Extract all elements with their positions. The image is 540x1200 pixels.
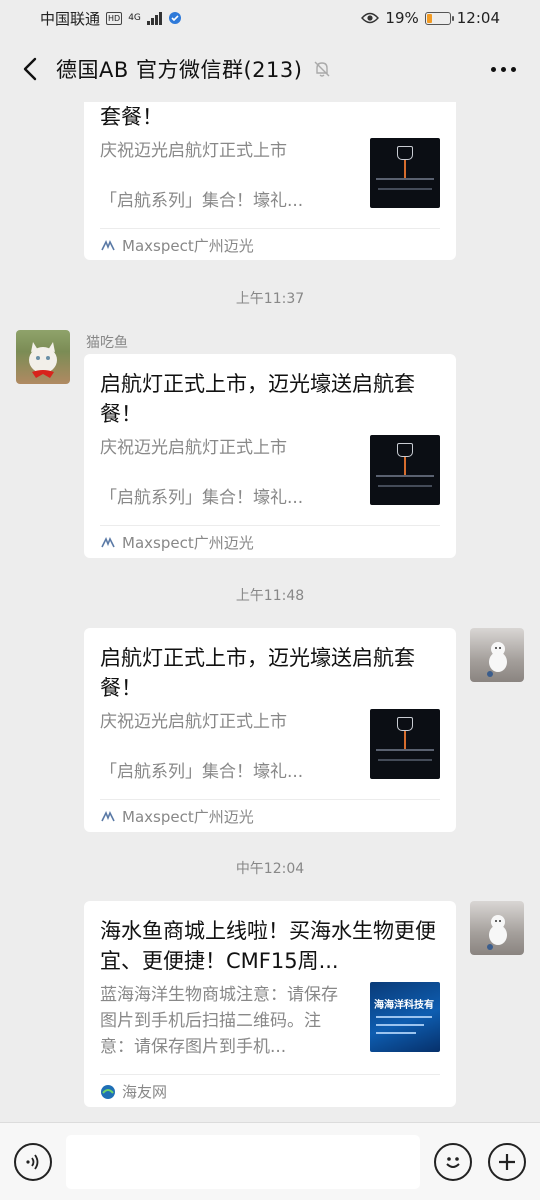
card-source-name: Maxspect广州迈光 — [122, 534, 254, 552]
card-source-name: 海友网 — [122, 1083, 168, 1101]
card-desc-line1: 庆祝迈光启航灯正式上市 — [100, 712, 287, 732]
thumbnail-text: 海海洋科技有 — [374, 1000, 434, 1011]
chat-title: 德国AB 官方微信群(213) — [56, 58, 303, 82]
link-card-message[interactable]: 海水鱼商城上线啦！买海水生物更便宜、更便捷！CMF15周... 蓝海海洋生物商城… — [84, 901, 456, 1107]
card-description: 蓝海海洋生物商城注意：请保存图片到手机后扫描二维码。注意：请保存图片到手机... — [100, 985, 338, 1057]
card-source: Maxspect广州迈光 — [100, 799, 440, 833]
timestamp: 中午12:04 — [235, 861, 305, 877]
battery-icon — [424, 11, 454, 25]
chevron-left-icon — [23, 57, 37, 81]
card-title: 启航灯正式上市，迈光壕送启航套餐！ — [100, 646, 415, 700]
card-desc-line1: 庆祝迈光启航灯正式上市 — [100, 438, 287, 458]
card-title: 海水鱼商城上线啦！买海水生物更便宜、更便捷！CMF15周... — [100, 919, 436, 973]
maxspect-logo-icon — [101, 810, 115, 821]
card-description: 庆祝迈光启航灯正式上市 「启航系列」集合！壕礼... — [100, 709, 354, 785]
clock: 12:04 — [456, 9, 500, 27]
input-bar — [0, 1122, 540, 1200]
chat-header: 德国AB 官方微信群(213) — [0, 36, 540, 102]
avatar[interactable] — [16, 330, 70, 384]
card-desc-line1: 庆祝迈光启航灯正式上市 — [100, 141, 287, 161]
battery-percent: 19% — [385, 9, 419, 27]
status-bar: 中国联通 HD 4G 19% 12:04 — [0, 0, 540, 36]
card-thumbnail — [370, 138, 440, 208]
card-thumbnail — [370, 435, 440, 505]
maxspect-logo-icon — [101, 536, 115, 547]
input-actions — [434, 1142, 526, 1181]
timestamp: 上午11:48 — [235, 588, 305, 604]
voice-button[interactable] — [14, 1142, 52, 1181]
status-left: 中国联通 HD 4G — [40, 8, 182, 29]
card-source: 海友网 — [100, 1074, 440, 1108]
card-thumbnail — [370, 709, 440, 779]
avatar[interactable] — [470, 628, 524, 682]
link-card-message[interactable]: 启航灯正式上市，迈光壕送启航套餐！ 庆祝迈光启航灯正式上市 「启航系列」集合！壕… — [84, 354, 456, 558]
status-right: 19% 12:04 — [361, 9, 500, 27]
eye-icon — [361, 12, 380, 24]
plus-icon — [499, 1153, 515, 1170]
avatar[interactable] — [470, 901, 524, 955]
cat-avatar-image — [29, 342, 57, 378]
card-source-name: Maxspect广州迈光 — [122, 237, 254, 255]
add-button[interactable] — [488, 1142, 526, 1181]
card-description: 庆祝迈光启航灯正式上市 「启航系列」集合！壕礼... — [100, 138, 354, 214]
link-card-message[interactable]: 启航灯正式上市，迈光壕送启航套餐！ 庆祝迈光启航灯正式上市 「启航系列」集合！壕… — [84, 628, 456, 832]
maxspect-logo-icon — [101, 239, 115, 250]
card-body: 庆祝迈光启航灯正式上市 「启航系列」集合！壕礼... — [100, 138, 440, 214]
back-button[interactable] — [18, 54, 42, 84]
card-title: 套餐！ — [100, 105, 163, 129]
card-source: Maxspect广州迈光 — [100, 525, 440, 559]
data-saver-icon — [168, 12, 181, 24]
mute-bell-icon — [314, 61, 330, 77]
hd-icon: HD — [106, 11, 123, 25]
card-desc-line2: 「启航系列」集合！壕礼... — [100, 488, 304, 508]
more-options-button[interactable] — [485, 59, 522, 80]
network-type: 4G — [128, 12, 141, 23]
card-description: 庆祝迈光启航灯正式上市 「启航系列」集合！壕礼... — [100, 435, 354, 511]
card-source-name: Maxspect广州迈光 — [122, 808, 254, 826]
haiyou-logo-icon — [101, 1084, 115, 1099]
timestamp: 上午11:37 — [235, 291, 305, 307]
card-desc-line2: 「启航系列」集合！壕礼... — [100, 762, 304, 782]
card-desc-line2: 「启航系列」集合！壕礼... — [100, 191, 304, 211]
sender-name: 猫吃鱼 — [86, 335, 128, 351]
snowman-avatar-image — [487, 642, 507, 677]
card-body: 庆祝迈光启航灯正式上市 「启航系列」集合！壕礼... — [100, 709, 440, 785]
message-input[interactable] — [66, 1134, 420, 1189]
voice-icon — [26, 1153, 39, 1170]
smiley-icon — [446, 1156, 460, 1168]
card-title: 启航灯正式上市，迈光壕送启航套餐！ — [100, 372, 415, 426]
card-source: Maxspect广州迈光 — [100, 228, 440, 262]
snowman-avatar-image — [487, 915, 507, 950]
card-body: 蓝海海洋生物商城注意：请保存图片到手机后扫描二维码。注意：请保存图片到手机...… — [100, 982, 440, 1060]
signal-icon — [146, 11, 162, 25]
card-body: 庆祝迈光启航灯正式上市 「启航系列」集合！壕礼... — [100, 435, 440, 511]
link-card-message[interactable]: 套餐！ 庆祝迈光启航灯正式上市 「启航系列」集合！壕礼... Maxspect广… — [84, 102, 456, 260]
carrier-name: 中国联通 — [40, 9, 101, 28]
emoji-button[interactable] — [434, 1142, 472, 1181]
card-thumbnail: 海海洋科技有 — [370, 982, 440, 1052]
chat-message-list[interactable]: 套餐！ 庆祝迈光启航灯正式上市 「启航系列」集合！壕礼... Maxspect广… — [0, 102, 540, 1122]
